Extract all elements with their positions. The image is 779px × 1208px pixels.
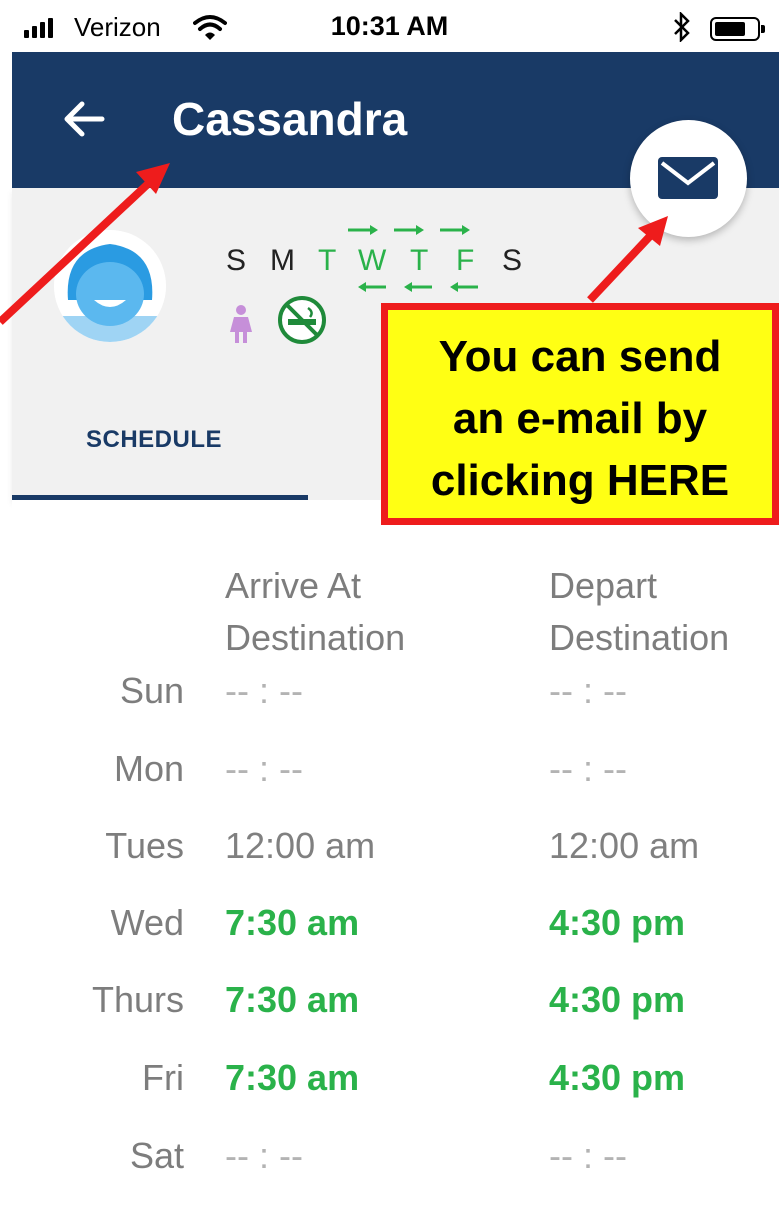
arrow-to-title	[0, 163, 170, 325]
arrow-to-email-button	[587, 216, 668, 303]
callout-line: clicking HERE	[430, 456, 730, 505]
annotation-callout: You can send an e-mail by clicking HERE	[381, 303, 779, 525]
callout-line: an e-mail by	[452, 394, 708, 443]
callout-line: You can send	[438, 332, 722, 381]
annotation-arrows	[0, 163, 668, 325]
